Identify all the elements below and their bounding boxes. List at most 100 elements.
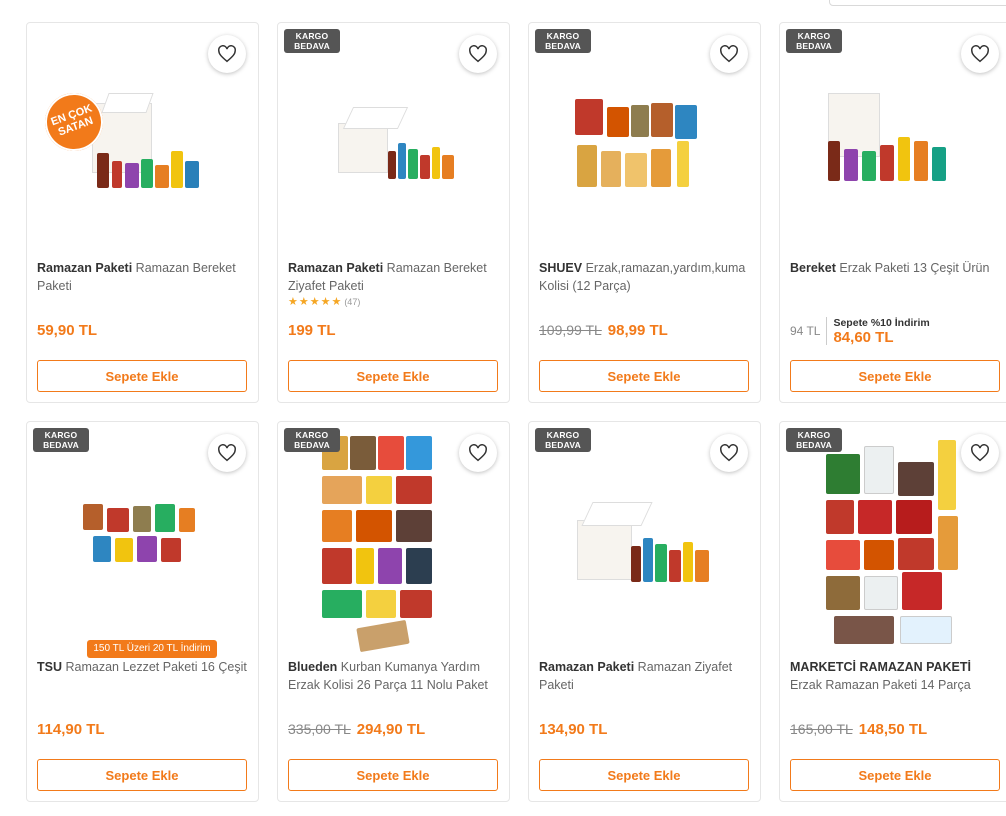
favorite-button[interactable] [710,434,748,472]
product-item [398,143,406,179]
product-item [896,500,932,534]
add-to-cart-button[interactable]: Sepete Ekle [790,360,1000,392]
product-item [125,163,139,188]
product-brand: Ramazan Paketi [539,660,635,674]
product-card[interactable]: KARGO BEDAVA Ramazan Paketi Ramazan Bere… [277,22,510,403]
product-brand: TSU [37,660,62,674]
favorite-button[interactable] [208,35,246,73]
product-item [862,151,876,181]
product-item [900,616,952,644]
product-title[interactable]: Ramazan Paketi Ramazan Bereket Paketi [37,259,252,295]
free-shipping-badge: KARGO BEDAVA [33,428,89,452]
add-to-cart-button[interactable]: Sepete Ekle [539,360,749,392]
product-title[interactable]: SHUEV Erzak,ramazan,yardım,kuma Kolisi (… [539,259,754,295]
product-item [631,105,649,137]
product-item [655,544,667,582]
product-item [356,619,410,653]
cart-discount: Sepete %10 İndirim 84,60 TL [827,317,929,346]
add-to-cart-button[interactable]: Sepete Ekle [288,759,498,791]
product-item [185,161,199,188]
box-lid-image [342,107,409,129]
product-price: 134,90 TL [539,720,608,738]
product-item [601,151,621,187]
product-item [669,550,681,582]
heart-outline-icon [720,45,738,63]
product-item [643,538,653,582]
product-item [432,147,440,179]
product-item [575,99,603,135]
add-to-cart-button[interactable]: Sepete Ekle [539,759,749,791]
product-brand: SHUEV [539,261,583,275]
product-item [322,590,362,618]
product-card[interactable]: EN ÇOK SATAN Ramazan Paketi Ramazan Bere… [26,22,259,403]
product-item [155,504,175,532]
product-item [112,161,122,188]
product-item [651,149,671,187]
product-brand: MARKETCİ RAMAZAN PAKETİ [790,660,972,674]
product-item [93,536,111,562]
old-price: 335,00 TL [288,721,351,737]
product-item [914,141,928,181]
product-card[interactable]: KARGO BEDAVA Bereket Erzak Paketi 13 Çeş… [779,22,1006,403]
product-item [406,436,432,470]
price-row: 114,90 TL [37,718,105,740]
product-title[interactable]: Bereket Erzak Paketi 13 Çeşit Ürün [790,259,1005,277]
top-partial-text [150,0,420,2]
product-item [898,137,910,181]
product-title[interactable]: TSU Ramazan Lezzet Paketi 16 Çeşit [37,658,252,676]
product-card[interactable]: 150 TL Üzeri 20 TL İndirim KARGO BEDAVA … [26,421,259,802]
product-item [356,510,392,542]
product-brand: Bereket [790,261,836,275]
free-shipping-badge: KARGO BEDAVA [284,428,340,452]
product-card[interactable]: KARGO BEDAVA Ramazan Paketi Ramazan Ziya… [528,421,761,802]
product-card[interactable]: KARGO BEDAVA Blueden Kurban Kumanya Yard… [277,421,510,802]
free-shipping-badge: KARGO BEDAVA [535,29,591,53]
product-item [828,141,840,181]
gift-box-image [338,123,388,173]
product-item [179,508,195,532]
add-to-cart-button[interactable]: Sepete Ekle [37,360,247,392]
product-card[interactable]: KARGO BEDAVA SHUEV Erzak,ramazan,yardım,… [528,22,761,403]
heart-outline-icon [218,444,236,462]
heart-outline-icon [469,444,487,462]
product-item [651,103,673,137]
heart-outline-icon [971,444,989,462]
product-item [577,145,597,187]
product-name: Ramazan Lezzet Paketi 16 Çeşit [65,660,247,674]
favorite-button[interactable] [710,35,748,73]
price-row: 59,90 TL [37,319,97,341]
product-item [97,153,109,188]
price-row: 199 TL [288,319,336,341]
add-to-cart-button[interactable]: Sepete Ekle [37,759,247,791]
product-rating[interactable]: ★★★★★ (47) [288,295,360,308]
favorite-button[interactable] [208,434,246,472]
product-card[interactable]: KARGO BEDAVA MARKETCİ RAMAZAN PAKETİ Erz… [779,421,1006,802]
heart-outline-icon [218,45,236,63]
price-row: 165,00 TL 148,50 TL [790,718,927,740]
product-price: 98,99 TL [607,321,668,339]
product-title[interactable]: Ramazan Paketi Ramazan Bereket Ziyafet P… [288,259,503,295]
favorite-button[interactable] [961,35,999,73]
favorite-button[interactable] [459,434,497,472]
product-item [864,576,898,610]
product-title[interactable]: Blueden Kurban Kumanya Yardım Erzak Koli… [288,658,503,694]
product-item [864,540,894,570]
product-item [683,542,693,582]
old-price: 109,99 TL [539,322,602,338]
add-to-cart-button[interactable]: Sepete Ekle [288,360,498,392]
heart-outline-icon [720,444,738,462]
product-item [322,548,352,584]
product-item [107,508,129,532]
promo-banner: 150 TL Üzeri 20 TL İndirim [87,640,217,658]
favorite-button[interactable] [459,35,497,73]
product-item [137,536,157,562]
product-title[interactable]: Ramazan Paketi Ramazan Ziyafet Paketi [539,658,754,694]
favorite-button[interactable] [961,434,999,472]
add-to-cart-button[interactable]: Sepete Ekle [790,759,1000,791]
product-item [898,538,934,570]
product-item [938,440,956,510]
product-item [631,546,641,582]
search-box[interactable] [829,0,1006,6]
product-title[interactable]: MARKETCİ RAMAZAN PAKETİ Erzak Ramazan Pa… [790,658,1005,694]
product-item [675,105,697,139]
